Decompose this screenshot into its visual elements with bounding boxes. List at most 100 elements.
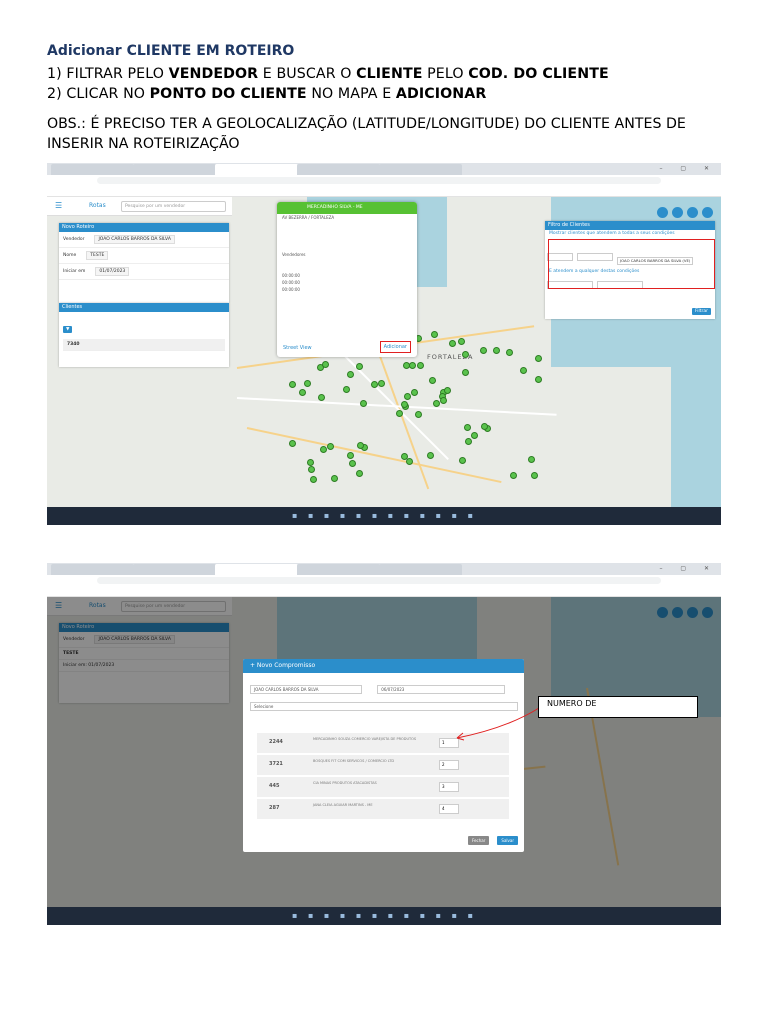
close-button[interactable]: Fechar: [467, 836, 490, 845]
client-map-pin[interactable]: [416, 362, 424, 370]
step-2: 2) CLICAR NO PONTO DO CLIENTE NO MAPA E …: [47, 86, 487, 102]
map-action-buttons[interactable]: [653, 203, 713, 222]
bookmarks-bar: [47, 186, 721, 197]
client-map-pin[interactable]: [355, 362, 363, 370]
client-map-pin[interactable]: [299, 388, 307, 396]
client-map-pin[interactable]: [326, 442, 334, 450]
client-map-pin[interactable]: [409, 362, 417, 370]
page-heading: Adicionar CLIENTE EM ROTEIRO: [47, 43, 295, 59]
client-map-pin[interactable]: [431, 330, 439, 338]
modal-title: + Novo Compromisso: [243, 659, 524, 673]
client-map-pin[interactable]: [346, 371, 354, 379]
order-number-input[interactable]: 4: [439, 804, 459, 814]
client-map-pin[interactable]: [510, 472, 518, 480]
map-button[interactable]: [687, 207, 698, 218]
client-map-pin[interactable]: [289, 440, 297, 448]
client-map-pin[interactable]: [349, 459, 357, 467]
app-title: Rotas: [89, 202, 106, 209]
modal-date-field[interactable]: 06/07/2023: [377, 685, 506, 694]
save-button[interactable]: Salvar: [497, 836, 518, 845]
map-button[interactable]: [702, 207, 713, 218]
client-map-pin[interactable]: [319, 445, 327, 453]
window-controls[interactable]: – ▢ ✕: [659, 565, 717, 572]
client-map-pin[interactable]: [465, 437, 473, 445]
client-map-pin[interactable]: [342, 386, 350, 394]
add-client-button[interactable]: Adicionar: [379, 341, 411, 353]
client-map-pin[interactable]: [318, 393, 326, 401]
client-map-pin[interactable]: [464, 424, 472, 432]
client-map-pin[interactable]: [396, 409, 403, 417]
client-map-pin[interactable]: [371, 380, 379, 388]
window-controls[interactable]: – ▢ ✕: [659, 165, 717, 172]
order-number-input[interactable]: 2: [439, 760, 459, 770]
client-map-pin[interactable]: [535, 355, 543, 363]
client-map-pin[interactable]: [461, 350, 469, 358]
client-popup: MERCADINHO SILVA - ME AV BEZERRA / FORTA…: [277, 202, 417, 357]
client-map-pin[interactable]: [492, 347, 500, 355]
client-map-pin[interactable]: [449, 339, 457, 347]
client-map-pin[interactable]: [461, 369, 469, 377]
observation-note: OBS.: É PRECISO TER A GEOLOCALIZAÇÃO (LA…: [47, 116, 686, 152]
client-map-pin[interactable]: [429, 376, 437, 384]
map-button[interactable]: [657, 207, 668, 218]
list-item[interactable]: 287 JANA CLEIA AGUIAR MARTINS - ME 4: [257, 799, 509, 819]
client-map-pin[interactable]: [426, 451, 434, 459]
step-1: 1) FILTRAR PELO VENDEDOR E BUSCAR O CLIE…: [47, 66, 609, 82]
client-map-pin[interactable]: [303, 380, 311, 388]
new-appointment-modal: + Novo Compromisso JOAO CARLOS BARROS DA…: [243, 659, 524, 852]
client-code: 7340: [67, 342, 80, 347]
vendor-field[interactable]: JOAO CARLOS BARROS DA SILVA: [94, 235, 175, 244]
client-map-pin[interactable]: [356, 470, 364, 478]
client-map-pin[interactable]: [432, 400, 440, 408]
screenshot-new-appointment: – ▢ ✕ ☰ Rotas Pesquise por um vendedor N…: [47, 563, 721, 925]
client-popup-title: MERCADINHO SILVA - ME: [277, 202, 417, 214]
map-button[interactable]: [672, 207, 683, 218]
bookmarks-bar: [47, 586, 721, 597]
screenshot-route-map: – ▢ ✕ FORTALEZA ☰ Rotas Pesquise por um …: [47, 163, 721, 525]
client-map-pin[interactable]: [346, 451, 354, 459]
new-route-panel: Novo Roteiro Vendedor JOAO CARLOS BARROS …: [59, 223, 229, 303]
street-view-link[interactable]: Street View: [283, 345, 312, 351]
windows-taskbar: ▪ ▪ ▪ ▪ ▪ ▪ ▪ ▪ ▪ ▪ ▪ ▪: [47, 507, 721, 525]
client-map-pin[interactable]: [307, 465, 315, 473]
client-map-pin[interactable]: [414, 411, 422, 419]
browser-tab-bar: – ▢ ✕: [47, 563, 721, 575]
list-item[interactable]: 445 CIA MINAS PRODUTOS ATACADISTAS 3: [257, 777, 509, 797]
clients-panel: Clientes ▼ 7340: [59, 303, 229, 367]
client-map-pin[interactable]: [359, 400, 367, 408]
client-map-pin[interactable]: [331, 474, 339, 482]
client-map-pin[interactable]: [405, 457, 413, 465]
client-map-pin[interactable]: [470, 431, 478, 439]
app-top-nav: ☰ Rotas Pesquise por um vendedor: [47, 197, 232, 216]
name-field[interactable]: TESTE: [86, 251, 109, 260]
client-map-pin[interactable]: [307, 458, 315, 466]
client-map-pin[interactable]: [439, 397, 447, 405]
start-date-field[interactable]: 01/07/2023: [95, 267, 130, 276]
filter-button[interactable]: Filtrar: [692, 308, 711, 315]
menu-icon[interactable]: ☰: [55, 201, 62, 210]
client-map-pin[interactable]: [535, 375, 543, 383]
windows-taskbar: ▪ ▪ ▪ ▪ ▪ ▪ ▪ ▪ ▪ ▪ ▪ ▪: [47, 907, 721, 925]
vendor-search-input[interactable]: Pesquise por um vendedor: [121, 201, 226, 212]
annotation-arrow: [456, 707, 540, 741]
client-map-pin[interactable]: [531, 472, 539, 480]
client-map-pin[interactable]: [480, 346, 488, 354]
client-map-pin[interactable]: [378, 379, 386, 387]
best-route-button[interactable]: ▼: [63, 326, 73, 333]
client-map-pin[interactable]: [520, 366, 528, 374]
client-map-pin[interactable]: [457, 338, 465, 346]
client-map-pin[interactable]: [404, 392, 412, 400]
order-number-input[interactable]: 3: [439, 782, 459, 792]
client-map-pin[interactable]: [411, 389, 419, 397]
client-map-pin[interactable]: [288, 380, 296, 388]
client-map-pin[interactable]: [506, 348, 514, 356]
client-filter-panel: Filtro de Clientes Mostrar clientes que …: [545, 221, 715, 319]
modal-vendor-field[interactable]: JOAO CARLOS BARROS DA SILVA: [250, 685, 362, 694]
browser-tab-bar: – ▢ ✕: [47, 163, 721, 175]
client-map-pin[interactable]: [458, 457, 466, 465]
client-map-pin[interactable]: [527, 456, 535, 464]
list-item[interactable]: 3721 BOSQUES FIT COM SERVICOS / COMERCIO …: [257, 755, 509, 775]
annotation-note: NUMERO DE: [538, 696, 698, 718]
client-map-pin[interactable]: [322, 360, 330, 368]
client-map-pin[interactable]: [310, 475, 318, 483]
